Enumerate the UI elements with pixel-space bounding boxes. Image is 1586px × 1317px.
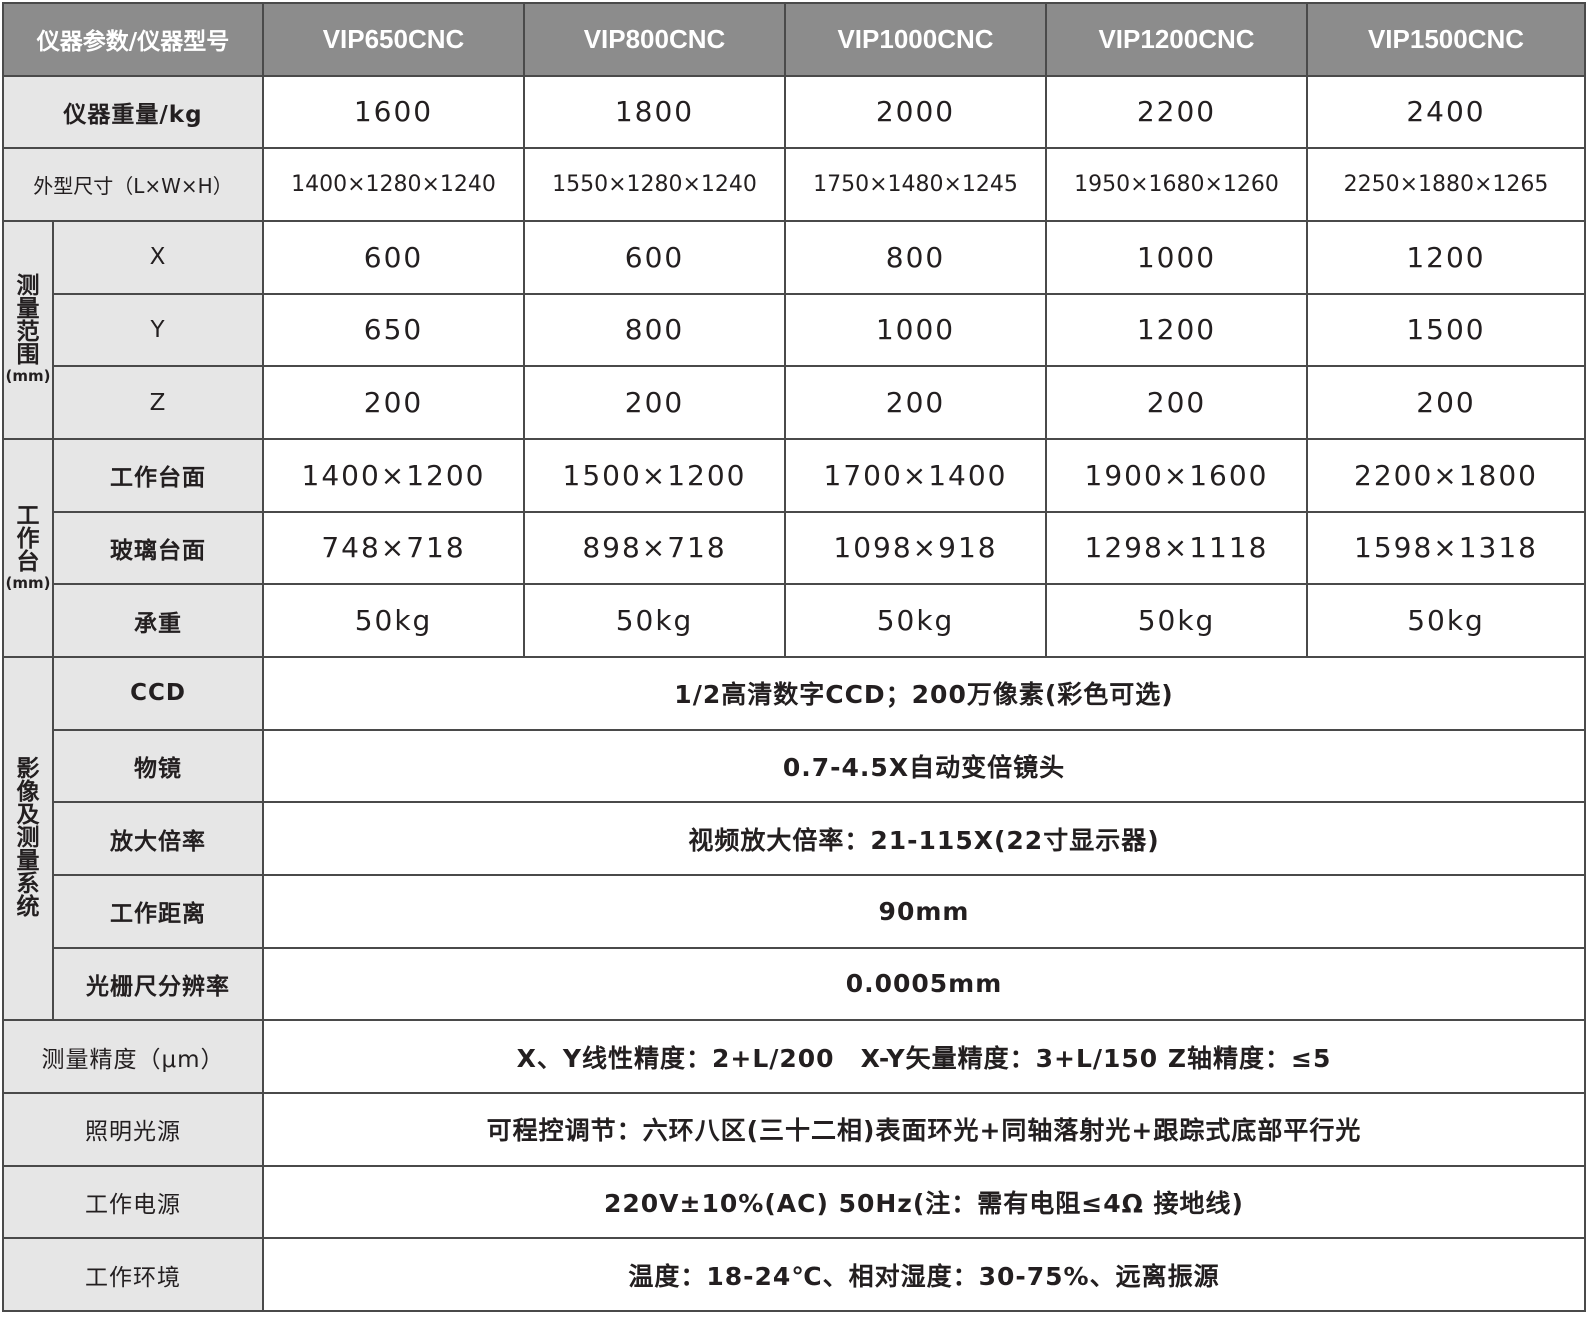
weight-label: 仪器重量/kg xyxy=(2,74,264,150)
range-group-unit: (mm) xyxy=(5,367,51,386)
imaging-group-text: 影像及测量系统 xyxy=(16,756,40,921)
model-header: VIP650CNC xyxy=(262,2,525,77)
imaging-value: 视频放大倍率：21-115X(22寸显示器) xyxy=(262,801,1586,876)
range-axis-label: X xyxy=(52,219,264,295)
imaging-row: 光栅尺分辨率 0.0005mm xyxy=(3,946,1586,1022)
lighting-value: 可程控调节：六环八区(三十二相)表面环光+同轴落射光+跟踪式底部平行光 xyxy=(262,1091,1586,1167)
dimensions-value: 1750×1480×1245 xyxy=(784,147,1047,222)
dimensions-value: 1950×1680×1260 xyxy=(1045,147,1308,222)
worktable-value: 1400×1200 xyxy=(262,437,525,513)
worktable-value: 50kg xyxy=(262,583,525,658)
dimensions-value: 2250×1880×1265 xyxy=(1306,147,1586,222)
dimensions-value: 1550×1280×1240 xyxy=(523,147,786,222)
range-value: 1000 xyxy=(1045,219,1308,295)
imaging-item-label: 放大倍率 xyxy=(52,801,264,876)
model-header: VIP1500CNC xyxy=(1306,2,1586,77)
worktable-row: 玻璃台面 748×718 898×718 1098×918 1298×1118 … xyxy=(3,510,1586,586)
accuracy-label: 测量精度（μm） xyxy=(2,1019,264,1094)
worktable-item-label: 承重 xyxy=(52,583,264,658)
worktable-row: 工作台 (mm) 工作台面 1400×1200 1500×1200 1700×1… xyxy=(2,437,1586,658)
dimensions-row: 外型尺寸（L×W×H） 1400×1280×1240 1550×1280×124… xyxy=(2,147,1586,222)
imaging-value: 1/2高清数字CCD；200万像素(彩色可选) xyxy=(262,655,1586,731)
imaging-row: 物镜 0.7-4.5X自动变倍镜头 xyxy=(3,728,1586,804)
power-label: 工作电源 xyxy=(2,1164,264,1240)
worktable-value: 748×718 xyxy=(262,510,525,586)
range-row: Y 650 800 1000 1200 1500 xyxy=(3,292,1586,368)
header-corner-cell: 仪器参数/仪器型号 xyxy=(2,2,264,77)
weight-value: 2000 xyxy=(784,74,1047,150)
range-value: 600 xyxy=(523,219,786,295)
model-header: VIP1000CNC xyxy=(784,2,1047,77)
worktable-value: 1298×1118 xyxy=(1045,510,1308,586)
worktable-value: 50kg xyxy=(1306,583,1586,658)
worktable-value: 1500×1200 xyxy=(523,437,786,513)
imaging-value: 90mm xyxy=(262,873,1586,949)
accuracy-row: 测量精度（μm） X、Y线性精度：2+L/200 X-Y矢量精度：3+L/150… xyxy=(2,1019,1586,1094)
lighting-label: 照明光源 xyxy=(2,1091,264,1167)
lighting-row: 照明光源 可程控调节：六环八区(三十二相)表面环光+同轴落射光+跟踪式底部平行光 xyxy=(2,1091,1586,1167)
environment-row: 工作环境 温度：18-24℃、相对湿度：30-75%、远离振源 xyxy=(2,1237,1586,1312)
weight-value: 1600 xyxy=(262,74,525,150)
worktable-item-label: 工作台面 xyxy=(52,437,264,513)
range-value: 1200 xyxy=(1306,219,1586,295)
worktable-value: 1700×1400 xyxy=(784,437,1047,513)
imaging-item-label: 物镜 xyxy=(52,728,264,804)
model-header: VIP1200CNC xyxy=(1045,2,1308,77)
power-value: 220V±10%(AC) 50Hz(注：需有电阻≤4Ω 接地线) xyxy=(262,1164,1586,1240)
imaging-item-label: CCD xyxy=(52,655,264,731)
imaging-row: 工作距离 90mm xyxy=(3,873,1586,949)
worktable-value: 1900×1600 xyxy=(1045,437,1308,513)
range-group-label: 测量范围 (mm) xyxy=(2,219,54,440)
imaging-item-label: 工作距离 xyxy=(52,873,264,949)
environment-value: 温度：18-24℃、相对湿度：30-75%、远离振源 xyxy=(262,1237,1586,1312)
weight-value: 1800 xyxy=(523,74,786,150)
imaging-value: 0.0005mm xyxy=(262,946,1586,1022)
range-axis-label: Z xyxy=(52,365,264,440)
range-value: 800 xyxy=(784,219,1047,295)
range-value: 1500 xyxy=(1306,292,1586,368)
imaging-group-label: 影像及测量系统 xyxy=(2,655,54,1022)
range-value: 200 xyxy=(523,365,786,440)
power-row: 工作电源 220V±10%(AC) 50Hz(注：需有电阻≤4Ω 接地线) xyxy=(2,1164,1586,1240)
worktable-group-label: 工作台 (mm) xyxy=(2,437,54,658)
worktable-group-text: 工作台 xyxy=(16,502,40,575)
range-axis-label: Y xyxy=(52,292,264,368)
accuracy-value: X、Y线性精度：2+L/200 X-Y矢量精度：3+L/150 Z轴精度：≤5 xyxy=(262,1019,1586,1094)
worktable-value: 898×718 xyxy=(523,510,786,586)
weight-value: 2200 xyxy=(1045,74,1308,150)
range-row: 测量范围 (mm) X 600 600 800 1000 1200 xyxy=(2,219,1586,440)
weight-value: 2400 xyxy=(1306,74,1586,150)
range-value: 200 xyxy=(262,365,525,440)
worktable-value: 50kg xyxy=(523,583,786,658)
range-value: 800 xyxy=(523,292,786,368)
spec-table: 仪器参数/仪器型号 VIP650CNC VIP800CNC VIP1000CNC… xyxy=(2,2,1586,1312)
model-header: VIP800CNC xyxy=(523,2,786,77)
range-value: 200 xyxy=(1045,365,1308,440)
header-row: 仪器参数/仪器型号 VIP650CNC VIP800CNC VIP1000CNC… xyxy=(2,2,1586,77)
imaging-row: 影像及测量系统 CCD 1/2高清数字CCD；200万像素(彩色可选) xyxy=(2,655,1586,1022)
range-value: 650 xyxy=(262,292,525,368)
dimensions-value: 1400×1280×1240 xyxy=(262,147,525,222)
weight-row: 仪器重量/kg 1600 1800 2000 2200 2400 xyxy=(2,74,1586,150)
worktable-value: 1598×1318 xyxy=(1306,510,1586,586)
range-value: 1200 xyxy=(1045,292,1308,368)
range-value: 200 xyxy=(1306,365,1586,440)
imaging-item-label: 光栅尺分辨率 xyxy=(52,946,264,1022)
imaging-value: 0.7-4.5X自动变倍镜头 xyxy=(262,728,1586,804)
imaging-row: 放大倍率 视频放大倍率：21-115X(22寸显示器) xyxy=(3,801,1586,876)
range-group-text: 测量范围 xyxy=(16,273,40,369)
worktable-group-unit: (mm) xyxy=(5,573,51,592)
worktable-value: 2200×1800 xyxy=(1306,437,1586,513)
dimensions-label: 外型尺寸（L×W×H） xyxy=(2,147,264,222)
worktable-value: 50kg xyxy=(784,583,1047,658)
worktable-row: 承重 50kg 50kg 50kg 50kg 50kg xyxy=(3,583,1586,658)
range-value: 600 xyxy=(262,219,525,295)
worktable-item-label: 玻璃台面 xyxy=(52,510,264,586)
worktable-value: 1098×918 xyxy=(784,510,1047,586)
environment-label: 工作环境 xyxy=(2,1237,264,1312)
worktable-value: 50kg xyxy=(1045,583,1308,658)
range-value: 200 xyxy=(784,365,1047,440)
range-row: Z 200 200 200 200 200 xyxy=(3,365,1586,440)
range-value: 1000 xyxy=(784,292,1047,368)
